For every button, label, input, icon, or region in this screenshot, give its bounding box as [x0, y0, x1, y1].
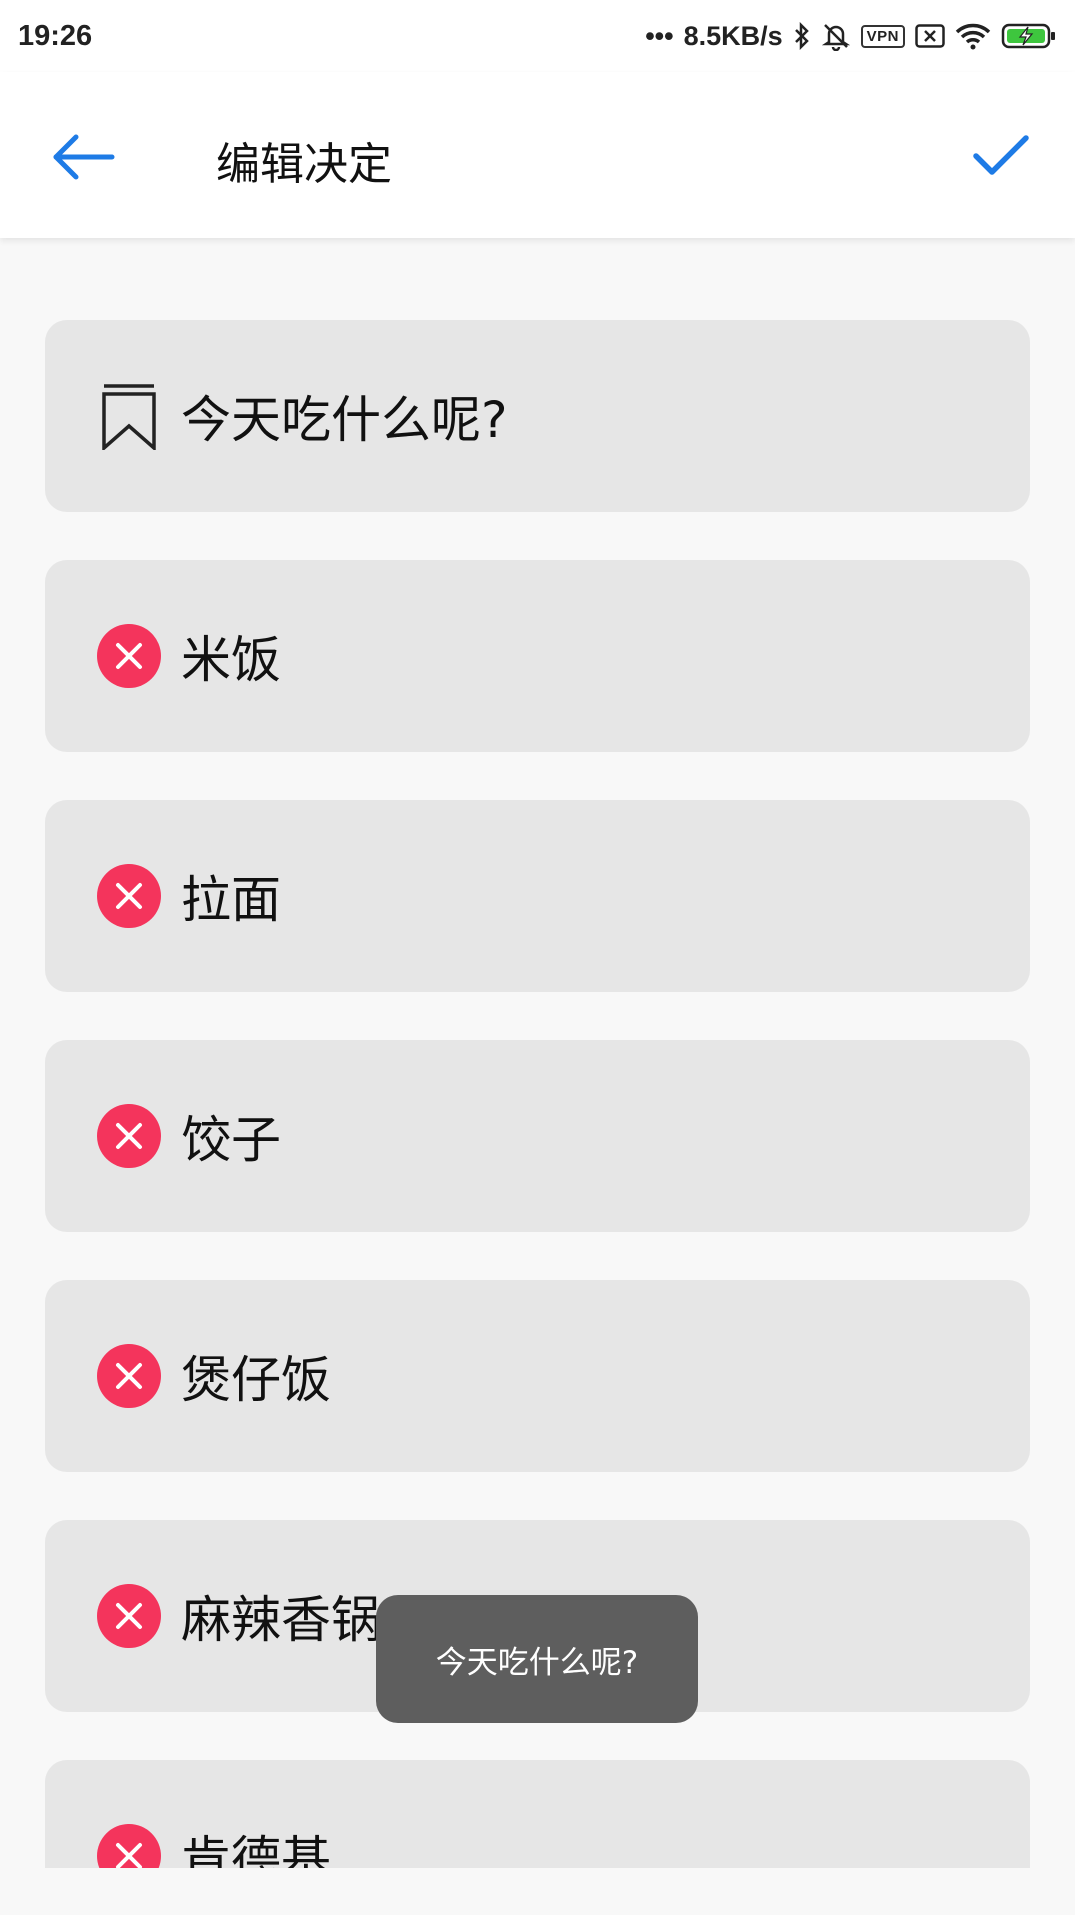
status-indicators: ••• 8.5KB/s VPN: [645, 21, 1057, 52]
option-item[interactable]: 肯德基: [45, 1760, 1030, 1868]
status-bar: 19:26 ••• 8.5KB/s VPN: [0, 0, 1075, 72]
option-label: 麻辣香锅: [181, 1591, 381, 1649]
no-sim-icon: [915, 24, 945, 48]
option-label: 拉面: [181, 871, 281, 929]
option-item[interactable]: 饺子: [45, 1040, 1030, 1232]
mute-bell-icon: [821, 24, 850, 51]
battery-charging-icon: [1001, 23, 1055, 49]
option-label: 煲仔饭: [181, 1351, 331, 1409]
more-dots-icon: •••: [645, 20, 674, 51]
remove-icon[interactable]: [97, 1104, 161, 1168]
back-button[interactable]: [52, 132, 116, 182]
option-label: 饺子: [181, 1111, 281, 1169]
wifi-icon: [955, 23, 991, 50]
option-label: 米饭: [181, 631, 281, 689]
option-item[interactable]: 拉面: [45, 800, 1030, 992]
bookmark-icon: [97, 384, 161, 450]
remove-icon[interactable]: [97, 1584, 161, 1648]
remove-icon[interactable]: [97, 1344, 161, 1408]
question-card[interactable]: 今天吃什么呢?: [45, 320, 1030, 512]
app-bar: 编辑决定: [0, 72, 1075, 238]
remove-icon[interactable]: [97, 1824, 161, 1868]
network-speed: 8.5KB/s: [683, 20, 783, 51]
remove-icon[interactable]: [97, 864, 161, 928]
remove-icon[interactable]: [97, 624, 161, 688]
option-item[interactable]: 米饭: [45, 560, 1030, 752]
arrow-left-icon: [53, 134, 115, 180]
check-icon: [973, 135, 1029, 175]
bottom-area: [0, 1868, 1075, 1915]
toast-message: 今天吃什么呢?: [376, 1595, 698, 1723]
question-text: 今天吃什么呢?: [181, 391, 508, 449]
page-title: 编辑决定: [216, 139, 392, 190]
option-label: 肯德基: [181, 1831, 331, 1868]
vpn-badge: VPN: [860, 24, 905, 48]
confirm-button[interactable]: [971, 130, 1031, 180]
option-item[interactable]: 煲仔饭: [45, 1280, 1030, 1472]
status-time: 19:26: [18, 19, 93, 52]
bluetooth-icon: [794, 22, 809, 50]
